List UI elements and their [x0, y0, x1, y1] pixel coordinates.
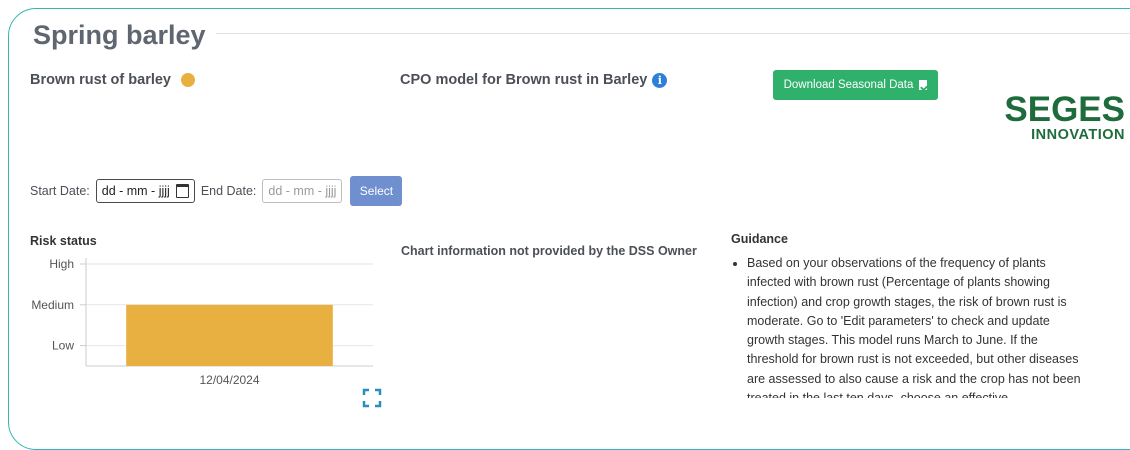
seges-innovation-logo: SEGES INNOVATION [995, 92, 1125, 143]
disease-name: Brown rust of barley [30, 72, 171, 88]
select-button-label: Select [359, 184, 394, 198]
download-seasonal-data-button[interactable]: Download Seasonal Data [773, 70, 938, 100]
risk-status-heading: Risk status [30, 234, 97, 248]
risk-status-chart: Low Medium High 12/04/2024 [31, 257, 373, 387]
y-tick-label: Low [52, 339, 74, 353]
end-date-value: dd - mm - jjjj [268, 184, 337, 198]
page-title: Spring barley [33, 20, 216, 51]
start-date-input[interactable]: dd - mm - jjjj [95, 179, 195, 203]
guidance-list: Based on your observations of the freque… [731, 254, 1081, 398]
logo-main-text: SEGES [1004, 90, 1125, 129]
start-date-label: Start Date: [30, 184, 90, 198]
select-button[interactable]: Select [350, 176, 403, 206]
y-tick-label: High [49, 257, 74, 271]
end-date-label: End Date: [200, 184, 257, 198]
file-download-icon [919, 80, 928, 90]
risk-bar [126, 304, 333, 366]
logo-sub-text: INNOVATION [1031, 127, 1125, 143]
chart-info-text: Chart information not provided by the DS… [401, 244, 697, 258]
info-icon[interactable]: i [652, 72, 668, 88]
model-name: CPO model for Brown rust in Barley [400, 72, 648, 88]
model-header: CPO model for Brown rust in Barley i [400, 72, 668, 88]
start-date-value: dd - mm - jjjj [101, 184, 170, 198]
guidance-heading: Guidance [731, 232, 788, 246]
date-range-form: Start Date: dd - mm - jjjj End Date: dd … [30, 176, 403, 206]
end-date-input[interactable]: dd - mm - jjjj [262, 179, 343, 203]
disease-header: Brown rust of barley [30, 72, 195, 88]
download-button-label: Download Seasonal Data [783, 79, 914, 91]
guidance-item: Based on your observations of the freque… [747, 254, 1081, 398]
calendar-icon[interactable] [175, 184, 189, 198]
guidance-panel: Based on your observations of the freque… [731, 254, 1081, 398]
y-tick-label: Medium [31, 298, 74, 312]
x-tick-label: 12/04/2024 [199, 373, 259, 387]
expand-icon[interactable] [362, 388, 382, 408]
title-divider [200, 33, 1130, 34]
risk-status-dot [181, 73, 195, 87]
